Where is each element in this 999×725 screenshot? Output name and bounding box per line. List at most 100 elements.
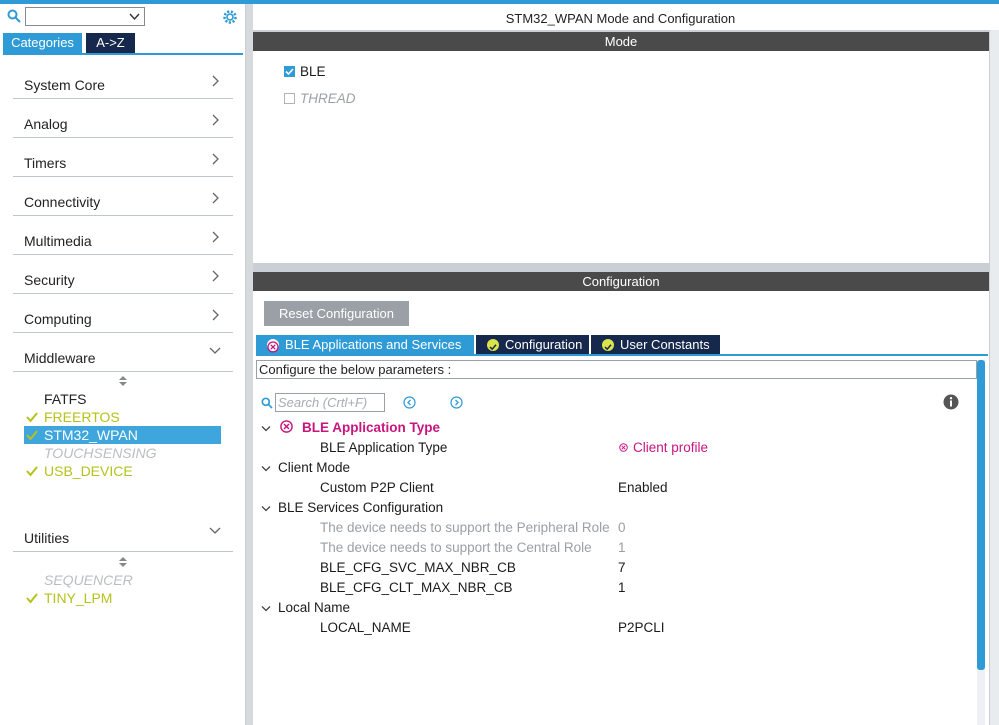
mode-band: Mode	[253, 32, 989, 51]
category-tabs: Categories A->Z	[3, 33, 243, 53]
category-timers[interactable]: Timers	[13, 138, 233, 177]
category-utilities[interactable]: Utilities	[13, 513, 233, 552]
thread-label: THREAD	[300, 91, 356, 106]
parameter-name[interactable]: BLE Application Type	[320, 440, 447, 455]
category-label: System Core	[24, 77, 105, 93]
right-scrollbar[interactable]	[990, 30, 999, 725]
check-icon	[602, 339, 614, 351]
component-item[interactable]: STM32_WPAN	[24, 426, 221, 444]
category-multimedia[interactable]: Multimedia	[13, 216, 233, 255]
configure-hint: Configure the below parameters :	[256, 360, 977, 379]
component-label: STM32_WPAN	[44, 427, 138, 443]
sort-arrow-icon[interactable]	[117, 375, 129, 387]
parameter-name[interactable]: The device needs to support the Peripher…	[320, 520, 610, 535]
left-panel: Categories A->Z System Core Analog Timers C…	[0, 0, 245, 725]
component-label: USB_DEVICE	[44, 463, 133, 479]
search-icon[interactable]	[7, 9, 21, 23]
chevron-right-icon	[212, 75, 219, 87]
chevron-down-icon	[209, 347, 221, 354]
tab-user-constants[interactable]: User Constants	[591, 335, 720, 355]
category-label: Security	[24, 272, 75, 288]
left-accent-bar	[0, 0, 245, 4]
expand-toggle-icon[interactable]	[261, 505, 271, 513]
component-item[interactable]: FREERTOS	[24, 408, 221, 426]
category-middleware[interactable]: Middleware	[13, 333, 233, 372]
group-label[interactable]: BLE Services Configuration	[278, 500, 443, 515]
chevron-right-icon	[212, 231, 219, 243]
parameter-value[interactable]: 1	[618, 580, 626, 595]
tab-ble-applications[interactable]: BLE Applications and Services	[256, 335, 474, 355]
mode-panel: BLE THREAD	[253, 51, 989, 263]
parameter-name[interactable]: LOCAL_NAME	[320, 620, 411, 635]
component-item[interactable]: SEQUENCER	[24, 571, 221, 589]
chevron-right-icon	[212, 153, 219, 165]
expand-toggle-icon[interactable]	[261, 425, 271, 433]
expand-toggle-icon[interactable]	[261, 605, 271, 613]
search-icon[interactable]	[261, 397, 273, 409]
component-label: SEQUENCER	[44, 572, 133, 588]
tab-categories[interactable]: Categories	[3, 33, 82, 53]
chevron-right-icon	[212, 192, 219, 204]
parameter-value[interactable]: P2PCLI	[618, 620, 665, 635]
previous-match-icon[interactable]	[403, 396, 416, 409]
error-icon	[280, 420, 293, 433]
category-system-core[interactable]: System Core	[13, 60, 233, 99]
component-label: TINY_LPM	[44, 590, 113, 606]
parameter-value[interactable]: Enabled	[618, 480, 668, 495]
parameter-name[interactable]: Custom P2P Client	[320, 480, 434, 495]
tab-label: Configuration	[505, 337, 583, 352]
group-label[interactable]: Local Name	[278, 600, 350, 615]
category-analog[interactable]: Analog	[13, 99, 233, 138]
category-label: Utilities	[24, 530, 70, 546]
ble-checkbox[interactable]	[284, 66, 295, 77]
group-label[interactable]: Client Mode	[278, 460, 350, 475]
parameter-search-input[interactable]: Search (Crtl+F)	[275, 393, 385, 412]
tab-configuration[interactable]: Configuration	[476, 335, 589, 355]
parameter-value[interactable]: 1	[618, 540, 626, 555]
params-scroll-thumb[interactable]	[977, 360, 985, 670]
reset-configuration-button[interactable]: Reset Configuration	[264, 301, 409, 326]
category-security[interactable]: Security	[13, 255, 233, 294]
parameter-name[interactable]: BLE_CFG_SVC_MAX_NBR_CB	[320, 560, 516, 575]
parameter-value[interactable]: Client profile	[633, 440, 708, 455]
tab-underline	[3, 53, 243, 55]
category-label: Connectivity	[24, 194, 101, 210]
component-item[interactable]: TOUCHSENSING	[24, 444, 221, 462]
category-label: Middleware	[24, 350, 96, 366]
error-icon	[267, 339, 279, 353]
category-label: Computing	[24, 311, 92, 327]
next-match-icon[interactable]	[450, 396, 463, 409]
splitter[interactable]	[246, 4, 253, 725]
gear-icon[interactable]	[221, 8, 239, 26]
component-label: TOUCHSENSING	[44, 445, 157, 461]
check-icon	[26, 412, 38, 423]
info-icon[interactable]	[943, 394, 959, 410]
page-title: STM32_WPAN Mode and Configuration	[505, 11, 736, 26]
component-item[interactable]: FATFS	[24, 390, 221, 408]
check-icon	[26, 466, 38, 477]
group-label[interactable]: BLE Application Type	[302, 420, 440, 435]
chevron-right-icon	[212, 309, 219, 321]
sort-arrow-icon[interactable]	[117, 556, 129, 568]
component-item[interactable]: USB_DEVICE	[24, 462, 221, 480]
category-computing[interactable]: Computing	[13, 294, 233, 333]
category-connectivity[interactable]: Connectivity	[13, 177, 233, 216]
chevron-down-icon[interactable]	[129, 11, 140, 22]
parameter-value[interactable]: 7	[618, 560, 626, 575]
thread-checkbox[interactable]	[284, 93, 295, 104]
parameter-name[interactable]: BLE_CFG_CLT_MAX_NBR_CB	[320, 580, 513, 595]
tab-label: User Constants	[620, 337, 710, 352]
check-icon	[26, 430, 38, 441]
category-label: Multimedia	[24, 233, 92, 249]
error-icon	[619, 443, 628, 452]
category-label: Timers	[24, 155, 67, 171]
tab-label: BLE Applications and Services	[285, 337, 462, 352]
tab-a-z[interactable]: A->Z	[86, 33, 135, 53]
parameter-name[interactable]: The device needs to support the Central …	[320, 540, 592, 555]
parameter-value[interactable]: 0	[618, 520, 626, 535]
search-combo[interactable]	[25, 7, 145, 26]
expand-toggle-icon[interactable]	[261, 465, 271, 473]
check-icon	[487, 339, 499, 351]
component-item[interactable]: TINY_LPM	[24, 589, 221, 607]
ble-label: BLE	[300, 64, 326, 79]
